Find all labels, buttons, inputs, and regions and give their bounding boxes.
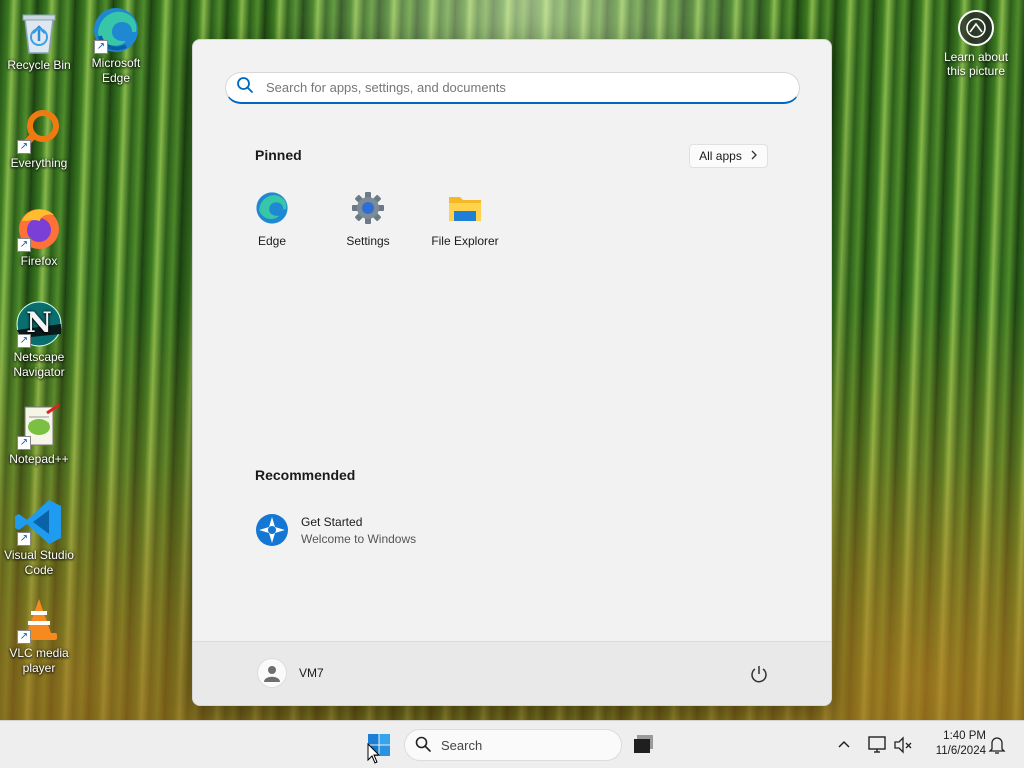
recommended-item-get-started[interactable]: Get Started Welcome to Windows — [255, 510, 515, 550]
vscode-icon: ↗ — [15, 498, 63, 546]
taskbar: Search 1:40 PM 11/6/2024 — [0, 720, 1024, 768]
settings-gear-icon — [350, 190, 386, 226]
power-icon — [751, 666, 767, 683]
pinned-app-label: Edge — [257, 234, 287, 248]
learn-about-picture-label: Learn about this picture — [943, 50, 1009, 78]
shortcut-arrow-icon: ↗ — [17, 532, 31, 546]
desktop-icon-label: Firefox — [20, 254, 58, 268]
recommended-item-subtitle: Welcome to Windows — [301, 531, 417, 546]
desktop-icon-microsoft-edge[interactable]: ↗ Microsoft Edge — [78, 6, 154, 86]
start-search-input[interactable] — [266, 80, 766, 95]
desktop-icon-label: Recycle Bin — [7, 58, 71, 72]
search-icon — [415, 736, 431, 755]
taskbar-search[interactable]: Search — [404, 729, 622, 761]
recommended-item-title: Get Started — [301, 514, 363, 529]
desktop-icon-label: Netscape Navigator — [13, 350, 65, 379]
get-started-icon — [255, 513, 289, 547]
desktop-icon-label: Everything — [10, 156, 68, 170]
task-view-button[interactable] — [632, 733, 656, 757]
network-icon — [868, 736, 886, 753]
taskbar-search-label: Search — [441, 737, 483, 753]
pinned-app-settings[interactable]: Settings — [320, 190, 416, 248]
notifications-button[interactable] — [988, 735, 1006, 755]
user-account-button[interactable]: VM7 — [257, 658, 324, 688]
clock[interactable]: 1:40 PM 11/6/2024 — [920, 729, 986, 759]
desktop-icon-label: Microsoft Edge — [91, 56, 141, 85]
chevron-right-icon — [750, 149, 758, 163]
notification-bell-icon — [988, 737, 1006, 754]
desktop-icon-notepadpp[interactable]: ↗ Notepad++ — [1, 402, 77, 467]
pinned-title: Pinned — [255, 147, 302, 163]
chevron-up-icon — [838, 740, 850, 748]
desktop-icon-label: VLC media player — [9, 646, 69, 675]
learn-about-picture[interactable]: Learn about this picture — [936, 10, 1016, 78]
shortcut-arrow-icon: ↗ — [17, 334, 31, 348]
shortcut-arrow-icon: ↗ — [17, 436, 31, 450]
desktop-icon-label: Visual Studio Code — [4, 548, 74, 577]
shortcut-arrow-icon: ↗ — [17, 140, 31, 154]
start-search-box[interactable] — [225, 72, 800, 104]
edge-icon — [254, 190, 290, 226]
user-name: VM7 — [299, 666, 324, 680]
shortcut-arrow-icon: ↗ — [17, 630, 31, 644]
everything-search-icon: ↗ — [15, 106, 63, 154]
firefox-icon: ↗ — [15, 204, 63, 252]
all-apps-button[interactable]: All apps — [689, 144, 768, 168]
search-icon — [236, 76, 254, 99]
pinned-app-label: File Explorer — [431, 234, 499, 248]
desktop-icon-netscape[interactable]: N ↗ Netscape Navigator — [1, 300, 77, 380]
clock-time: 1:40 PM — [943, 730, 986, 742]
desktop-icon-vlc[interactable]: ↗ VLC media player — [1, 596, 77, 676]
start-menu-footer: VM7 — [193, 641, 831, 705]
camera-info-icon — [958, 10, 994, 46]
power-button[interactable] — [749, 664, 769, 684]
desktop-icon-vscode[interactable]: ↗ Visual Studio Code — [1, 498, 77, 578]
shortcut-arrow-icon: ↗ — [94, 40, 108, 54]
notepadpp-icon: ↗ — [15, 402, 63, 450]
clock-date: 11/6/2024 — [935, 745, 986, 757]
desktop-icon-label: Notepad++ — [9, 452, 69, 466]
task-view-icon — [634, 735, 653, 753]
pinned-app-label: Settings — [346, 234, 390, 248]
edge-icon: ↗ — [92, 6, 140, 54]
volume-muted-icon — [894, 736, 912, 754]
vlc-icon: ↗ — [15, 596, 63, 644]
shortcut-arrow-icon: ↗ — [17, 238, 31, 252]
netscape-icon: N ↗ — [15, 300, 63, 348]
recycle-bin-icon — [15, 8, 63, 56]
all-apps-label: All apps — [699, 149, 742, 163]
volume-button[interactable] — [893, 735, 913, 755]
mouse-cursor — [367, 742, 381, 765]
network-button[interactable] — [866, 735, 888, 755]
show-hidden-icons-button[interactable] — [836, 736, 852, 752]
desktop-icon-recycle-bin[interactable]: Recycle Bin — [1, 8, 77, 73]
desktop-icon-firefox[interactable]: ↗ Firefox — [1, 204, 77, 269]
desktop-icon-everything[interactable]: ↗ Everything — [1, 106, 77, 171]
pinned-app-file-explorer[interactable]: File Explorer — [417, 190, 513, 248]
recommended-title: Recommended — [255, 467, 356, 483]
folder-icon — [447, 190, 483, 226]
pinned-app-edge[interactable]: Edge — [224, 190, 320, 248]
avatar — [257, 658, 287, 688]
start-menu: Pinned All apps Edge — [192, 39, 832, 706]
